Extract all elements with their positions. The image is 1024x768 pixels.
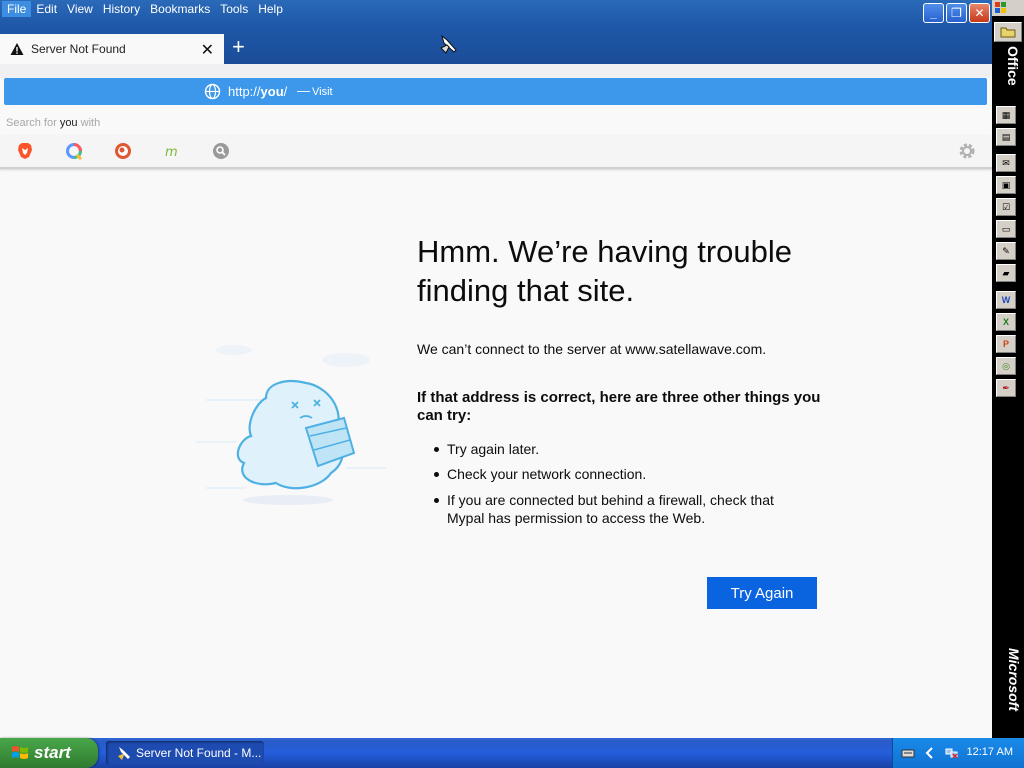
suggested-url: http://you/ [228, 84, 288, 99]
urlbar-suggestion[interactable]: http://you/ — Visit [4, 78, 987, 105]
cursor-icon [440, 34, 457, 54]
menu-help[interactable]: Help [253, 1, 288, 17]
list-item: Check your network connection. [432, 465, 812, 483]
qwant-icon[interactable] [64, 141, 84, 161]
office-document-icon[interactable]: ▦ [996, 106, 1016, 124]
word-icon[interactable]: W [996, 291, 1016, 309]
menu-history[interactable]: History [98, 1, 145, 17]
folder-icon[interactable] [994, 22, 1022, 42]
minimize-button[interactable]: _ [923, 3, 944, 23]
network-icon[interactable] [945, 746, 959, 760]
maximize-button[interactable]: ❐ [946, 3, 967, 23]
clock: 12:17 AM [966, 746, 1013, 758]
menu-view[interactable]: View [62, 1, 98, 17]
title-bar: File Edit View History Bookmarks Tools H… [0, 0, 992, 64]
new-appointment-icon[interactable]: ▣ [996, 176, 1016, 194]
taskbar-item-browser[interactable]: Server Not Found - M... [106, 741, 264, 765]
duckduckgo-icon[interactable] [113, 141, 133, 161]
browser-window: File Edit View History Bookmarks Tools H… [0, 0, 992, 738]
try-again-button[interactable]: Try Again [707, 577, 817, 609]
search-query: you [59, 117, 78, 129]
office-bar-control[interactable] [992, 0, 1024, 16]
url-separator: — [297, 83, 310, 98]
menu-tools[interactable]: Tools [215, 1, 253, 17]
powerpoint-icon[interactable]: P [996, 335, 1016, 353]
new-journal-icon[interactable]: ✎ [996, 242, 1016, 260]
system-tray: 12:17 AM [892, 738, 1024, 768]
new-contact-icon[interactable]: ▭ [996, 220, 1016, 238]
start-label: start [34, 743, 71, 762]
chevron-left-icon[interactable] [923, 746, 937, 760]
search-suffix: with [77, 117, 101, 129]
gear-icon[interactable] [957, 141, 977, 161]
list-item: If you are connected but behind a firewa… [432, 491, 812, 527]
new-message-icon[interactable]: ✉ [996, 154, 1016, 172]
page-title: Hmm. We’re having trouble finding that s… [417, 234, 793, 308]
menu-file[interactable]: File [2, 1, 32, 17]
error-description: We can’t connect to the server at www.sa… [417, 341, 767, 357]
new-task-icon[interactable]: ☑ [996, 198, 1016, 216]
windows-flag-icon [12, 746, 28, 759]
visit-action: Visit [312, 86, 333, 98]
office-logo-icon [995, 2, 1006, 13]
search-icon[interactable] [211, 141, 231, 161]
start-button[interactable]: start [0, 738, 98, 768]
search-engine-bar: m [0, 135, 992, 169]
mojeek-icon[interactable]: m [162, 141, 182, 161]
excel-icon[interactable]: X [996, 313, 1016, 331]
tab-server-not-found[interactable]: Server Not Found ✕ [0, 34, 224, 64]
search-prefix: Search for [6, 117, 60, 129]
taskbar: start Server Not Found - M... 12:17 AM [0, 738, 1024, 768]
search-with-row: Search for you with [0, 114, 992, 132]
globe-icon [204, 83, 221, 100]
menu-bookmarks[interactable]: Bookmarks [145, 1, 215, 17]
open-document-icon[interactable]: ▤ [996, 128, 1016, 146]
list-item: Try again later. [432, 440, 812, 458]
navigation-toolbar [0, 64, 992, 78]
microsoft-label: Microsoft [1006, 648, 1022, 711]
tab-close-icon[interactable]: ✕ [201, 40, 214, 60]
warning-icon [10, 43, 24, 55]
access-icon[interactable]: ✒ [996, 379, 1016, 397]
taskbar-item-label: Server Not Found - M... [136, 746, 262, 760]
keyboard-icon[interactable] [901, 746, 915, 760]
brave-icon[interactable] [15, 141, 35, 161]
outlook-icon[interactable]: ◎ [996, 357, 1016, 375]
suggestions-list: Try again later. Check your network conn… [432, 440, 812, 527]
office-label: Office [1005, 46, 1021, 86]
close-window-button[interactable]: ✕ [969, 3, 990, 23]
error-illustration [196, 345, 386, 505]
menu-bar: File Edit View History Bookmarks Tools H… [0, 0, 288, 18]
tab-title: Server Not Found [31, 42, 126, 56]
svg-text:m: m [165, 145, 178, 160]
browser-app-icon [118, 747, 130, 760]
office-shortcut-bar: Office ▦ ▤ ✉ ▣ ☑ ▭ ✎ ▰ W X P ◎ ✒ Microso… [992, 0, 1024, 738]
menu-edit[interactable]: Edit [31, 1, 62, 17]
new-note-icon[interactable]: ▰ [996, 264, 1016, 282]
suggestions-heading: If that address is correct, here are thr… [417, 389, 821, 424]
new-tab-button[interactable]: + [232, 36, 245, 58]
